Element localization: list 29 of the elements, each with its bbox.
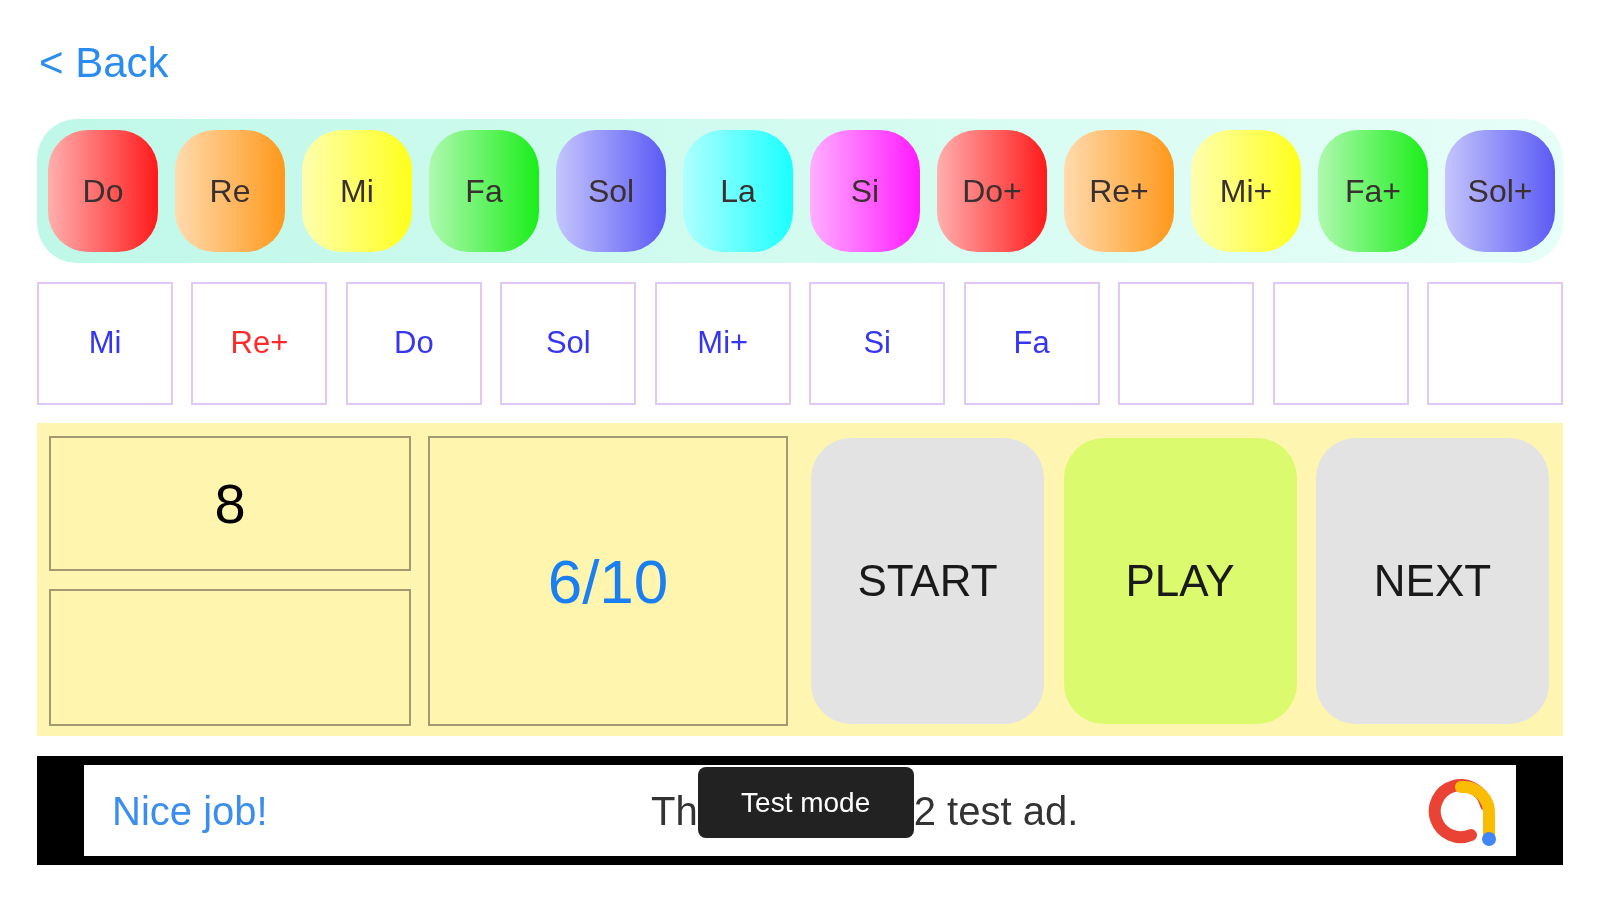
answer-slot: Re+ xyxy=(191,282,328,405)
ad-text: 2 test ad. xyxy=(913,787,1079,835)
answer-slot: Mi xyxy=(37,282,173,405)
note-key[interactable]: Re xyxy=(175,130,285,252)
counter-display: 8 xyxy=(49,436,411,571)
ad-banner[interactable]: Nice job! Th Test mode 2 test ad. xyxy=(37,756,1563,865)
answer-slot: Fa xyxy=(963,282,1100,405)
answer-slot: Sol xyxy=(500,282,637,405)
action-button[interactable]: PLAY xyxy=(1063,438,1297,724)
note-key[interactable]: Sol+ xyxy=(1445,130,1555,252)
action-button[interactable]: START xyxy=(811,438,1044,724)
note-key[interactable]: Do+ xyxy=(937,130,1047,252)
action-button[interactable]: NEXT xyxy=(1316,438,1549,724)
answer-slot: Si xyxy=(809,282,946,405)
test-mode-tooltip: Test mode xyxy=(697,767,914,838)
note-key[interactable]: Fa xyxy=(429,130,539,252)
note-key[interactable]: Mi xyxy=(302,130,412,252)
progress-display: 6/10 xyxy=(428,436,788,726)
ad-headline: Nice job! xyxy=(112,787,269,835)
ad-text: Th xyxy=(651,787,698,835)
note-key[interactable]: La xyxy=(683,130,793,252)
note-key[interactable]: Fa+ xyxy=(1318,130,1428,252)
answer-slot: Mi+ xyxy=(654,282,791,405)
note-key[interactable]: Re+ xyxy=(1064,130,1174,252)
note-key[interactable]: Si xyxy=(810,130,920,252)
note-key[interactable]: Do xyxy=(48,130,158,252)
note-key[interactable]: Sol xyxy=(556,130,666,252)
answer-slot: Do xyxy=(345,282,482,405)
note-key[interactable]: Mi+ xyxy=(1191,130,1301,252)
